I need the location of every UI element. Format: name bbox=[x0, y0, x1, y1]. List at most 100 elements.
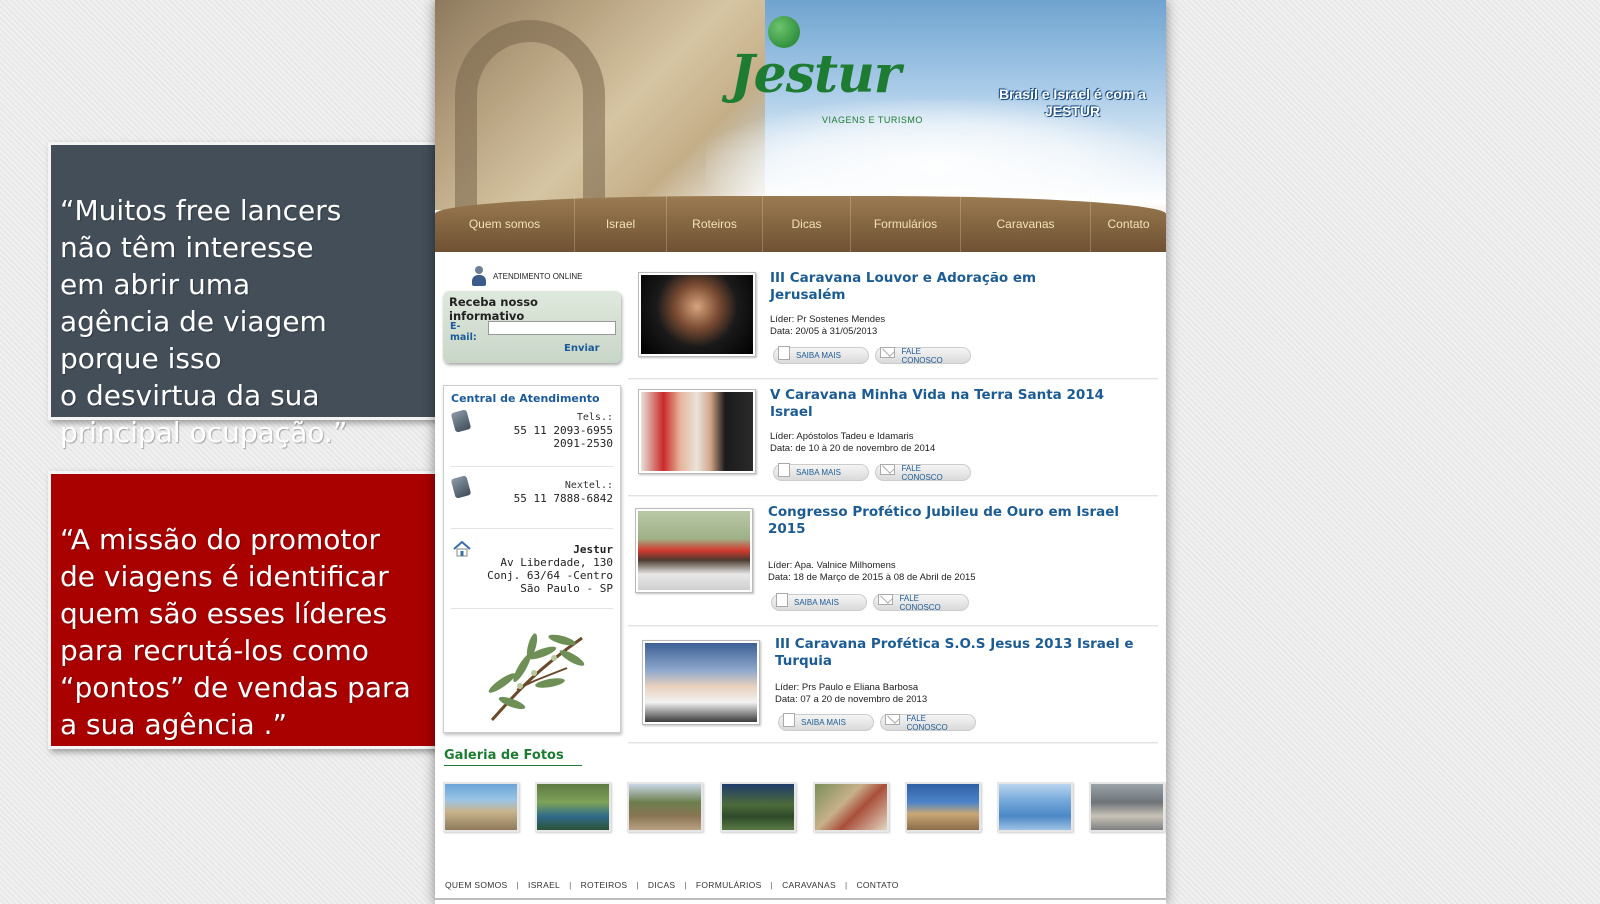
footer-separator: | bbox=[844, 880, 848, 890]
sidebar: ATENDIMENTO ONLINE Receba nosso informat… bbox=[443, 264, 621, 733]
trip-leader: Líder: Prs Paulo e Eliana Barbosa bbox=[775, 682, 919, 693]
quote-box-freelancers: “Muitos free lancers não têm interesse e… bbox=[48, 142, 438, 449]
nextel-row: Nextel.: 55 11 7888-6842 bbox=[450, 467, 613, 529]
gallery-thumbnail[interactable] bbox=[443, 782, 519, 832]
envelope-icon bbox=[878, 594, 894, 605]
nav-caravanas[interactable]: Caravanas bbox=[961, 196, 1091, 252]
trip-title[interactable]: Congresso Profético Jubileu de Ouro em I… bbox=[768, 504, 1128, 538]
gallery-thumbnail[interactable] bbox=[720, 782, 796, 832]
photo-gallery bbox=[443, 782, 1165, 832]
document-icon bbox=[778, 462, 790, 477]
support-center-title: Central de Atendimento bbox=[451, 392, 600, 405]
nextel-text: Nextel.: 55 11 7888-6842 bbox=[451, 479, 613, 505]
trip-date: Data: 07 a 20 de novembro de 2013 bbox=[775, 694, 928, 705]
footer-nav: QUEM SOMOS | ISRAEL | ROTEIROS | DICAS | FORMULÁ… bbox=[445, 880, 899, 890]
tel-label: Tels.: bbox=[576, 412, 613, 423]
gallery-thumbnail[interactable] bbox=[535, 782, 611, 832]
saiba-mais-label: SAIBA MAIS bbox=[796, 351, 841, 360]
footer-link-quem-somos[interactable]: QUEM SOMOS bbox=[445, 880, 508, 890]
footer-separator: | bbox=[684, 880, 687, 890]
address-text: Jestur Av Liberdade, 130 Conj. 63/64 -Ce… bbox=[451, 543, 613, 595]
nav-roteiros[interactable]: Roteiros bbox=[667, 196, 763, 252]
nav-formularios[interactable]: Formulários bbox=[851, 196, 961, 252]
online-support-link[interactable]: ATENDIMENTO ONLINE bbox=[443, 264, 621, 288]
trip-card: Congresso Profético Jubileu de Ouro em I… bbox=[628, 496, 1158, 626]
saiba-mais-button[interactable]: SAIBA MAIS bbox=[778, 712, 874, 731]
saiba-mais-button[interactable]: SAIBA MAIS bbox=[771, 592, 867, 611]
footer-link-caravanas[interactable]: CARAVANAS bbox=[782, 880, 836, 890]
jestur-logo[interactable]: Jestur VIAGENS E TURISMO bbox=[700, 16, 930, 136]
address-line-3: São Paulo - SP bbox=[520, 582, 613, 595]
phone-row: Tels.: 55 11 2093-6955 2091-2530 bbox=[450, 405, 613, 467]
envelope-icon bbox=[885, 714, 901, 725]
saiba-mais-button[interactable]: SAIBA MAIS bbox=[773, 462, 869, 481]
document-icon bbox=[776, 592, 788, 607]
trip-photo-image bbox=[641, 275, 753, 354]
trip-meta: Líder: Pr Sostenes Mendes Data: 20/05 à … bbox=[770, 314, 885, 338]
trip-actions: SAIBA MAIS FALE CONOSCO bbox=[771, 592, 969, 612]
fale-conosco-label: FALE CONOSCO bbox=[901, 346, 943, 365]
slogan-line-2: JESTUR bbox=[1044, 103, 1101, 119]
trip-photo[interactable] bbox=[635, 508, 753, 593]
trip-photo-image bbox=[641, 392, 753, 471]
trip-meta: Líder: Apóstolos Tadeu e Idamaris Data: … bbox=[770, 431, 935, 455]
gallery-thumbnail[interactable] bbox=[905, 782, 981, 832]
gallery-title: Galeria de Fotos bbox=[444, 748, 582, 766]
gallery-thumbnail[interactable] bbox=[813, 782, 889, 832]
person-icon bbox=[471, 266, 487, 286]
trip-photo[interactable] bbox=[642, 640, 760, 725]
nav-contato[interactable]: Contato bbox=[1091, 196, 1166, 252]
slogan-line-1: Brasil e Israel é com a bbox=[998, 86, 1147, 102]
trip-photo[interactable] bbox=[638, 272, 756, 357]
newsletter-title: Receba nosso informativo bbox=[449, 295, 538, 323]
saiba-mais-label: SAIBA MAIS bbox=[794, 598, 839, 607]
trip-title[interactable]: V Caravana Minha Vida na Terra Santa 201… bbox=[770, 387, 1150, 421]
nav-dicas[interactable]: Dicas bbox=[763, 196, 851, 252]
fale-conosco-button[interactable]: FALE CONOSCO bbox=[875, 463, 971, 482]
saiba-mais-button[interactable]: SAIBA MAIS bbox=[773, 345, 869, 364]
header-slogan: Brasil e Israel é com a JESTUR bbox=[990, 86, 1155, 120]
trip-title[interactable]: III Caravana Louvor e Adoração em Jerusa… bbox=[770, 270, 1110, 304]
address-name: Jestur bbox=[573, 543, 613, 556]
trip-photo-image bbox=[645, 643, 757, 722]
trip-photo[interactable] bbox=[638, 389, 756, 474]
email-field[interactable] bbox=[488, 321, 616, 335]
support-center-box: Central de Atendimento Tels.: 55 11 2093… bbox=[443, 385, 621, 733]
footer-link-formularios[interactable]: FORMULÁRIOS bbox=[696, 880, 762, 890]
send-button[interactable]: Enviar bbox=[564, 343, 600, 354]
header-arch-image bbox=[455, 20, 605, 220]
nextel-label: Nextel.: bbox=[564, 480, 613, 491]
fale-conosco-label: FALE CONOSCO bbox=[901, 463, 943, 482]
saiba-mais-label: SAIBA MAIS bbox=[796, 468, 841, 477]
trip-actions: SAIBA MAIS FALE CONOSCO bbox=[773, 462, 971, 482]
quote-text-freelancers: “Muitos free lancers não têm interesse e… bbox=[60, 194, 348, 449]
trip-title[interactable]: III Caravana Profética S.O.S Jesus 2013 … bbox=[775, 636, 1135, 670]
trips-list: III Caravana Louvor e Adoração em Jerusa… bbox=[628, 262, 1158, 743]
online-support-label: ATENDIMENTO ONLINE bbox=[493, 271, 583, 281]
document-icon bbox=[778, 345, 790, 360]
footer-link-contato[interactable]: CONTATO bbox=[856, 880, 898, 890]
gallery-thumbnail[interactable] bbox=[627, 782, 703, 832]
fale-conosco-button[interactable]: FALE CONOSCO bbox=[880, 714, 976, 732]
footer-separator: | bbox=[569, 880, 572, 890]
phone-text: Tels.: 55 11 2093-6955 2091-2530 bbox=[451, 411, 613, 450]
newsletter-box: Receba nosso informativo E-mail: Enviar bbox=[443, 291, 621, 363]
envelope-icon bbox=[880, 347, 896, 358]
trip-card: V Caravana Minha Vida na Terra Santa 201… bbox=[628, 379, 1158, 496]
fale-conosco-button[interactable]: FALE CONOSCO bbox=[873, 594, 969, 612]
footer-link-israel[interactable]: ISRAEL bbox=[528, 880, 560, 890]
footer-divider bbox=[435, 898, 1166, 900]
website-screenshot: Jestur VIAGENS E TURISMO Brasil e Israel… bbox=[435, 0, 1166, 904]
fale-conosco-button[interactable]: FALE CONOSCO bbox=[875, 346, 971, 365]
nav-quem-somos[interactable]: Quem somos bbox=[435, 196, 575, 252]
envelope-icon bbox=[880, 464, 896, 475]
main-nav: Quem somos Israel Roteiros Dicas Formulá… bbox=[435, 196, 1166, 252]
trip-leader: Líder: Pr Sostenes Mendes bbox=[770, 314, 886, 325]
trip-meta: Líder: Prs Paulo e Eliana Barbosa Data: … bbox=[775, 682, 927, 706]
saiba-mais-label: SAIBA MAIS bbox=[801, 718, 846, 727]
footer-link-dicas[interactable]: DICAS bbox=[648, 880, 675, 890]
footer-link-roteiros[interactable]: ROTEIROS bbox=[581, 880, 628, 890]
nav-israel[interactable]: Israel bbox=[575, 196, 667, 252]
gallery-thumbnail[interactable] bbox=[997, 782, 1073, 832]
gallery-thumbnail[interactable] bbox=[1089, 782, 1165, 832]
